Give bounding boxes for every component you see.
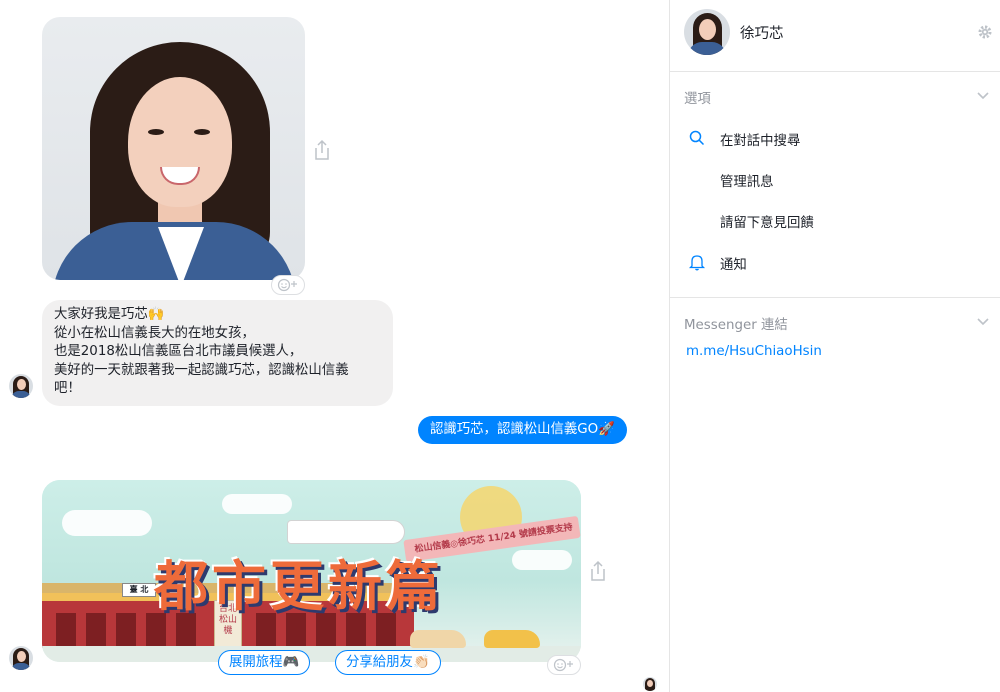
search-icon [689,130,705,146]
seen-indicator-avatar [643,677,657,691]
message-line: 吧！ [54,381,81,396]
campaign-banner-image[interactable]: 松山信義◎徐巧芯 11/24 號請投票支持 臺 北 台北松山機 都市更新篇 [42,480,581,662]
message-line: 大家好我是巧芯🙌 [54,307,165,322]
share-to-friends-button[interactable]: 分享給朋友👏🏻 [335,650,441,675]
chevron-down-icon[interactable] [976,317,990,327]
banner-title: 都市更新篇 [154,555,444,618]
taxi-illustration [484,630,540,648]
notifications-item[interactable]: 通知 [720,253,747,273]
search-in-conversation-item[interactable]: 在對話中搜尋 [720,129,800,149]
car-illustration [410,630,466,648]
message-line: 也是2018松山信義區台北市議員候選人， [54,344,303,359]
contact-avatar[interactable] [684,9,730,55]
gear-icon[interactable] [977,24,993,40]
sender-avatar[interactable] [9,646,33,670]
bell-icon [688,255,706,271]
outgoing-message-bubble[interactable]: 認識巧芯，認識松山信義GO🚀 [418,416,627,444]
share-icon[interactable] [312,139,332,161]
options-section-title: 選項 [684,92,711,107]
message-line: 從小在松山信義長大的在地女孩， [54,325,255,341]
share-icon[interactable] [588,560,608,582]
conversation-info-panel: 徐巧芯 選項 在對話中搜尋 管理訊息 請留下意見回饋 通知 Messenger … [669,0,1000,692]
add-reaction-button[interactable] [271,275,305,295]
messenger-links-title: Messenger 連結 [684,318,788,333]
section-divider [670,297,1000,298]
leave-feedback-item[interactable]: 請留下意見回饋 [720,211,814,231]
manage-messages-item[interactable]: 管理訊息 [720,170,774,190]
plane-illustration [287,520,405,544]
contact-name[interactable]: 徐巧芯 [740,22,784,43]
contact-header: 徐巧芯 [670,0,1000,72]
add-reaction-icon [277,278,297,292]
sender-avatar[interactable] [9,374,33,398]
conversation-pane: 大家好我是巧芯🙌 從小在松山信義長大的在地女孩， 也是2018松山信義區台北市議… [0,0,669,692]
chevron-down-icon[interactable] [976,91,990,101]
add-reaction-icon [553,658,573,672]
incoming-message-bubble[interactable]: 大家好我是巧芯🙌 從小在松山信義長大的在地女孩， 也是2018松山信義區台北市議… [42,300,393,406]
expand-journey-button[interactable]: 展開旅程🎮 [218,650,311,675]
add-reaction-button[interactable] [547,655,581,675]
message-line: 美好的一天就跟著我一起認識巧芯，認識松山信義 [54,362,349,378]
profile-photo-message[interactable] [42,17,305,280]
airport-sign: 臺 北 [122,583,156,597]
messenger-link[interactable]: m.me/HsuChiaoHsin [686,344,822,359]
